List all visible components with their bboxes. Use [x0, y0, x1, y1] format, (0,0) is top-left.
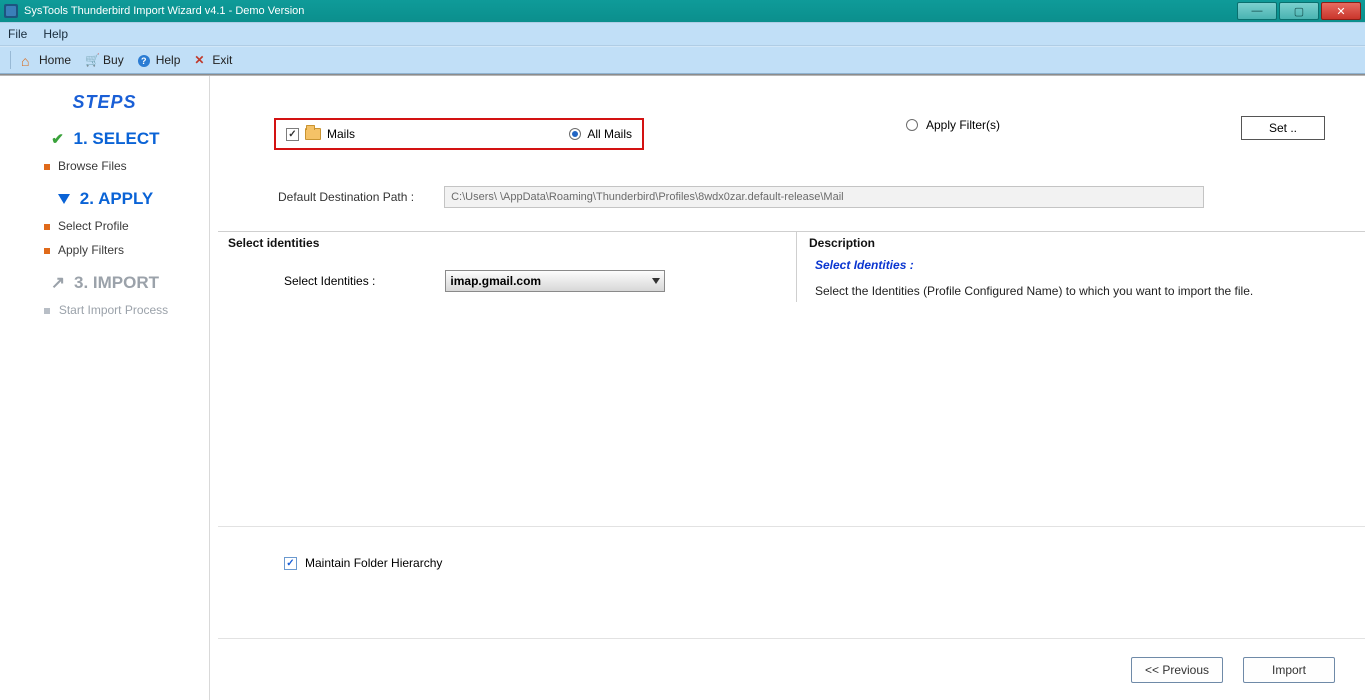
window-title: SysTools Thunderbird Import Wizard v4.1 …: [24, 5, 304, 17]
panel-divider: [218, 526, 1365, 527]
destination-label: Default Destination Path :: [278, 190, 414, 204]
toolbar-exit-label: Exit: [212, 53, 232, 67]
window-buttons: — ▢ ✕: [1235, 2, 1361, 20]
chevron-down-icon: [652, 278, 660, 284]
identities-select-row: Select Identities : imap.gmail.com: [228, 270, 786, 292]
home-icon: [21, 53, 35, 67]
minimize-button[interactable]: —: [1237, 2, 1277, 20]
destination-path-field: C:\Users\ \AppData\Roaming\Thunderbird\P…: [444, 186, 1204, 208]
identities-legend: Select identities: [228, 236, 786, 250]
previous-button[interactable]: << Previous: [1131, 657, 1223, 683]
identities-selected-value: imap.gmail.com: [450, 274, 541, 288]
app-icon: [4, 4, 18, 18]
step-apply-subs: Select Profile Apply Filters: [10, 219, 199, 257]
step-import-label: 3. IMPORT: [74, 273, 159, 293]
maintain-hierarchy-checkbox[interactable]: [284, 557, 297, 570]
funnel-icon: [56, 191, 72, 207]
toolbar-buy[interactable]: Buy: [81, 53, 128, 67]
description-legend: Description: [809, 236, 1353, 250]
all-mails-radio[interactable]: [569, 128, 581, 140]
maintain-hierarchy-label: Maintain Folder Hierarchy: [305, 556, 442, 570]
import-button[interactable]: Import: [1243, 657, 1335, 683]
main-panel: Mails All Mails Apply Filter(s) Set .. D…: [210, 76, 1365, 700]
substep-select-profile[interactable]: Select Profile: [58, 219, 199, 233]
identities-description-row: Select identities Select Identities : im…: [218, 231, 1365, 302]
toolbar-home[interactable]: Home: [17, 53, 75, 67]
identities-panel: Select identities Select Identities : im…: [218, 231, 796, 302]
identities-combobox[interactable]: imap.gmail.com: [445, 270, 665, 292]
toolbar-help-label: Help: [156, 53, 181, 67]
substep-browse-files[interactable]: Browse Files: [58, 159, 199, 173]
step-import: 3. IMPORT: [10, 273, 199, 293]
toolbar-help[interactable]: Help: [134, 53, 185, 67]
set-button[interactable]: Set ..: [1241, 116, 1325, 140]
close-button[interactable]: ✕: [1321, 2, 1361, 20]
mail-options-highlight: Mails All Mails: [274, 118, 644, 150]
arrow-icon: [50, 275, 66, 291]
destination-row: Default Destination Path : C:\Users\ \Ap…: [278, 186, 1204, 208]
apply-filter-label: Apply Filter(s): [926, 118, 1000, 132]
step-select[interactable]: 1. SELECT: [10, 129, 199, 149]
menubar: File Help: [0, 22, 1365, 46]
apply-filter-radio-wrap[interactable]: Apply Filter(s): [906, 118, 1000, 132]
toolbar-exit[interactable]: Exit: [190, 53, 236, 67]
wizard-footer: << Previous Import: [218, 638, 1365, 700]
step-select-label: 1. SELECT: [74, 129, 160, 149]
substep-start-import: Start Import Process: [58, 303, 199, 317]
help-icon: [138, 53, 152, 67]
check-icon: [50, 131, 66, 147]
titlebar: SysTools Thunderbird Import Wizard v4.1 …: [0, 0, 1365, 22]
apply-filter-radio[interactable]: [906, 119, 918, 131]
menu-file[interactable]: File: [8, 27, 27, 41]
menu-help[interactable]: Help: [43, 27, 68, 41]
exit-icon: [194, 53, 208, 67]
toolbar-buy-label: Buy: [103, 53, 124, 67]
maintain-hierarchy-wrap[interactable]: Maintain Folder Hierarchy: [284, 556, 442, 570]
description-panel: Description Select Identities : Select t…: [796, 231, 1365, 302]
description-body: Select the Identities (Profile Configure…: [815, 284, 1353, 298]
toolbar-separator: [10, 51, 11, 69]
identities-label: Select Identities :: [284, 274, 375, 288]
toolbar-home-label: Home: [39, 53, 71, 67]
steps-sidebar: STEPS 1. SELECT Browse Files 2. APPLY Se…: [0, 76, 210, 700]
substep-apply-filters[interactable]: Apply Filters: [58, 243, 199, 257]
step-apply-label: 2. APPLY: [80, 189, 153, 209]
description-subhead: Select Identities :: [815, 258, 1353, 272]
maximize-button[interactable]: ▢: [1279, 2, 1319, 20]
folder-icon: [305, 128, 321, 140]
options-row: Mails All Mails Apply Filter(s) Set ..: [274, 118, 1325, 150]
mails-label: Mails: [327, 127, 355, 141]
all-mails-radio-wrap[interactable]: All Mails: [569, 127, 632, 141]
mails-checkbox[interactable]: [286, 128, 299, 141]
all-mails-label: All Mails: [587, 127, 632, 141]
toolbar: Home Buy Help Exit: [0, 46, 1365, 74]
mails-checkbox-wrap[interactable]: Mails: [286, 127, 355, 141]
step-apply[interactable]: 2. APPLY: [10, 189, 199, 209]
cart-icon: [85, 53, 99, 67]
workspace: STEPS 1. SELECT Browse Files 2. APPLY Se…: [0, 76, 1365, 700]
step-import-subs: Start Import Process: [10, 303, 199, 317]
step-select-subs: Browse Files: [10, 159, 199, 173]
steps-header: STEPS: [10, 92, 199, 113]
